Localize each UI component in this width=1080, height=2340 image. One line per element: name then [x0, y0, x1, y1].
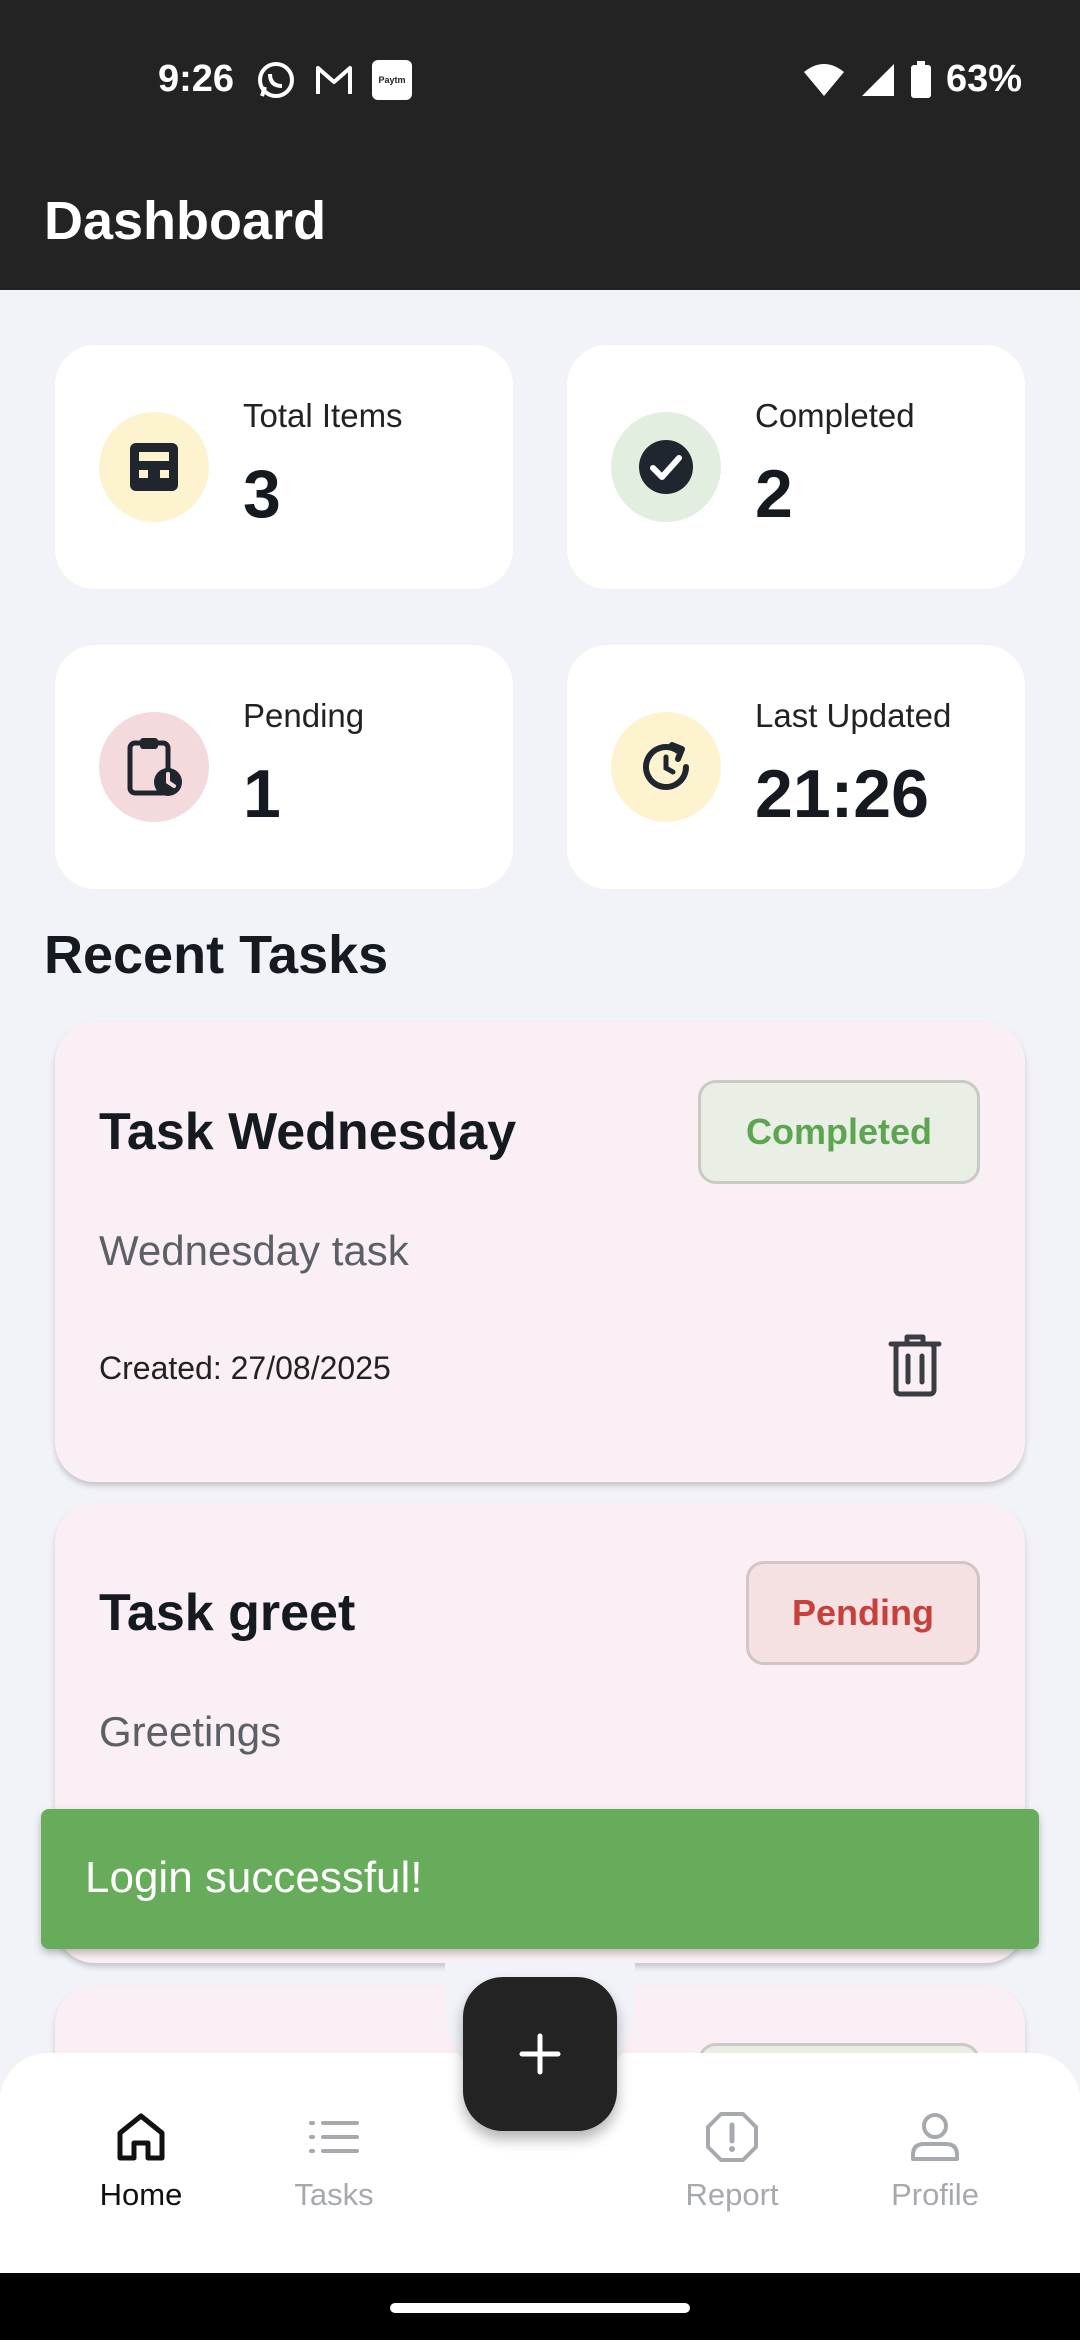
- check-circle-icon: [639, 440, 693, 494]
- battery-percent: 63%: [945, 58, 1022, 100]
- snackbar: Login successful!: [41, 1809, 1039, 1949]
- status-badge-completed: Completed: [698, 1080, 980, 1184]
- task-card[interactable]: Task Wednesday Completed Wednesday task …: [55, 1022, 1025, 1482]
- snackbar-message: Login successful!: [85, 1853, 423, 1902]
- battery-icon: [910, 60, 931, 98]
- trash-icon[interactable]: [887, 1332, 943, 1398]
- clipboard-clock-icon: [127, 738, 182, 796]
- task-description: Wednesday task: [99, 1227, 409, 1274]
- gmail-icon: [316, 66, 352, 94]
- task-title: Task Wednesday: [99, 1103, 517, 1161]
- add-task-button[interactable]: [463, 1977, 617, 2131]
- stat-label: Total Items: [243, 397, 403, 434]
- home-indicator[interactable]: [390, 2303, 690, 2313]
- person-icon: [911, 2113, 959, 2161]
- stat-card-completed: Completed 2: [567, 345, 1025, 589]
- stat-value: 3: [243, 456, 281, 532]
- stat-label: Pending: [243, 697, 365, 734]
- nav-label: Report: [685, 2177, 779, 2212]
- stat-icon-bg: [99, 712, 209, 822]
- nav-label: Profile: [891, 2177, 979, 2212]
- signal-icon: [861, 63, 894, 96]
- nav-item-report[interactable]: Report: [652, 2111, 812, 2213]
- stat-icon-bg: [99, 412, 209, 522]
- system-navigation-bar: [0, 2273, 1080, 2340]
- task-created-date: Created: 27/08/2025: [99, 1350, 391, 1386]
- app-bar: Dashboard: [0, 168, 1080, 290]
- nav-item-profile[interactable]: Profile: [855, 2111, 1015, 2213]
- alert-circle-icon: [706, 2112, 758, 2162]
- section-title-recent-tasks: Recent Tasks: [44, 925, 389, 985]
- stat-value: 1: [243, 756, 281, 832]
- task-title: Task greet: [99, 1584, 356, 1642]
- notification-icons: Paytm: [256, 60, 412, 100]
- home-icon: [117, 2113, 165, 2161]
- nav-item-home[interactable]: Home: [61, 2111, 221, 2213]
- stat-card-total-items: Total Items 3: [55, 345, 513, 589]
- wifi-icon: [803, 63, 844, 96]
- stat-card-last-updated: Last Updated 21:26: [567, 645, 1025, 889]
- stat-value: 21:26: [755, 756, 929, 832]
- system-icons: 63%: [802, 58, 1022, 101]
- paytm-icon: Paytm: [372, 60, 412, 100]
- stat-icon-bg: [611, 712, 721, 822]
- whatsapp-icon: [258, 62, 294, 98]
- page-title: Dashboard: [44, 191, 327, 251]
- nav-label: Tasks: [294, 2177, 374, 2212]
- status-bar: 9:26 Paytm 63%: [0, 0, 1080, 168]
- list-icon: [309, 2121, 359, 2153]
- nav-label: Home: [99, 2177, 183, 2212]
- stat-value: 2: [755, 456, 793, 532]
- stat-label: Completed: [755, 397, 915, 434]
- refresh-clock-icon: [643, 742, 689, 790]
- stat-label: Last Updated: [755, 697, 952, 734]
- status-badge-pending: Pending: [746, 1561, 980, 1665]
- paytm-logo-text: Paytm: [378, 75, 406, 85]
- task-description: Greetings: [99, 1708, 282, 1755]
- stat-icon-bg: [611, 412, 721, 522]
- status-time: 9:26: [158, 58, 235, 100]
- nav-item-tasks[interactable]: Tasks: [254, 2111, 414, 2213]
- stat-card-pending: Pending 1: [55, 645, 513, 889]
- plus-icon: [519, 2033, 561, 2075]
- inbox-icon: [130, 443, 178, 491]
